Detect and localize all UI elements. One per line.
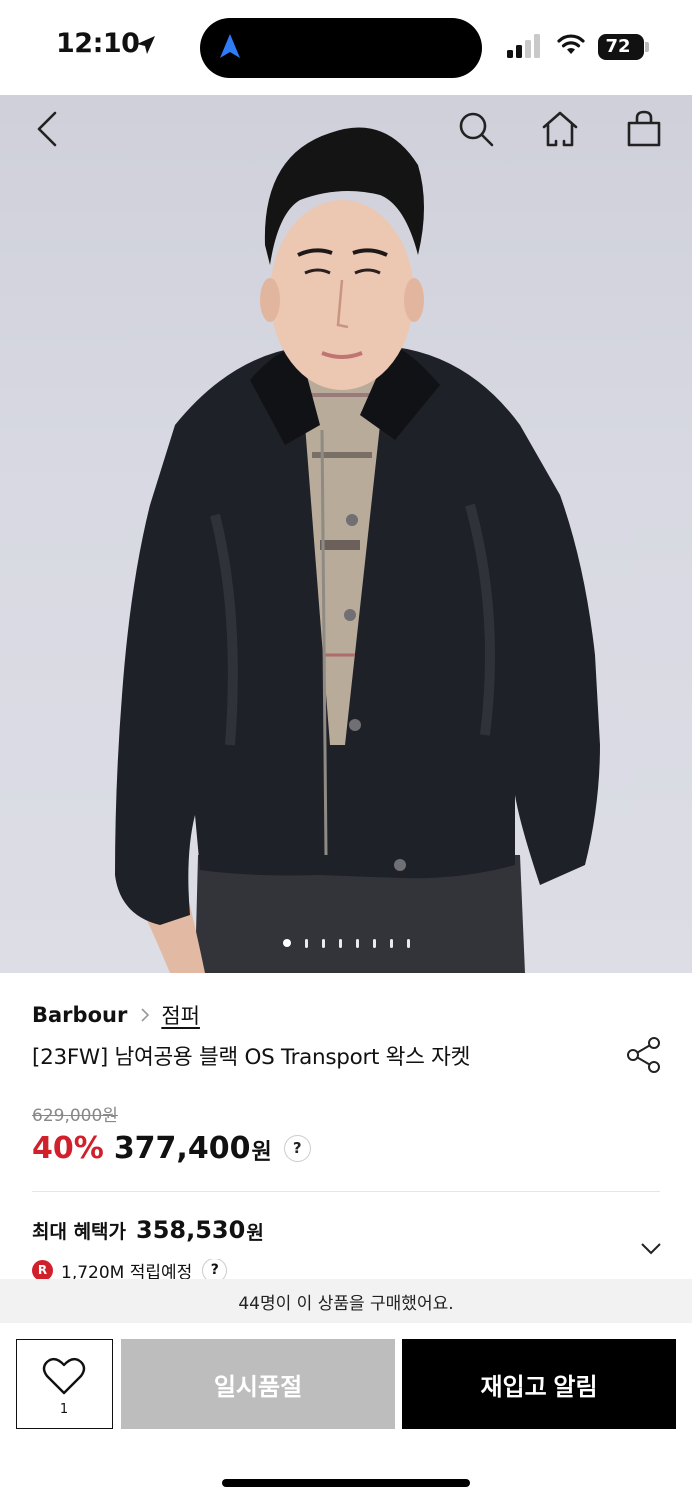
gallery-dot xyxy=(321,938,325,948)
gallery-dot xyxy=(355,938,359,948)
original-price: 629,000원 xyxy=(32,1106,118,1126)
status-bar: 12:10 72 xyxy=(0,0,692,95)
sale-price-unit: 원 xyxy=(251,1140,272,1165)
location-arrow-icon xyxy=(137,36,155,54)
gallery-dot-active xyxy=(282,939,291,947)
gallery-dot xyxy=(338,938,342,948)
home-indicator xyxy=(222,1479,470,1487)
status-time: 12:10 xyxy=(56,28,140,59)
divider xyxy=(32,1191,660,1192)
product-title: [23FW] 남여공용 블랙 OS Transport 왁스 자켓 xyxy=(32,1045,471,1070)
points-help-icon[interactable]: ? xyxy=(202,1259,228,1281)
signal-icon xyxy=(507,34,540,58)
sale-price: 377,400 xyxy=(113,1130,251,1166)
max-benefit-label: 최대 혜택가 xyxy=(32,1220,127,1243)
share-icon[interactable] xyxy=(626,1036,662,1074)
search-icon[interactable] xyxy=(456,109,496,149)
price-help-icon[interactable]: ? xyxy=(283,1134,311,1162)
like-button[interactable]: 1 xyxy=(16,1339,113,1429)
bottom-action-bar: 1 일시품절 재입고 알림 xyxy=(0,1323,692,1500)
like-count: 1 xyxy=(59,1402,69,1417)
chevron-down-icon[interactable] xyxy=(640,1242,662,1256)
gallery-pagination xyxy=(0,935,692,951)
breadcrumb: Barbour 점퍼 xyxy=(32,1000,200,1030)
max-benefit-row[interactable]: 최대 혜택가 358,530 원 xyxy=(32,1213,264,1247)
wifi-icon xyxy=(557,34,585,54)
category-link[interactable]: 점퍼 xyxy=(161,1000,200,1030)
soldout-button[interactable]: 일시품절 xyxy=(121,1339,395,1429)
battery-level: 72 xyxy=(605,36,631,57)
dynamic-island xyxy=(200,18,482,78)
heart-icon xyxy=(42,1357,86,1395)
purchase-count-banner: 44명이 이 상품을 구매했어요. xyxy=(0,1279,692,1323)
back-icon[interactable] xyxy=(28,109,68,149)
points-badge-icon: R xyxy=(32,1259,53,1281)
points-row: R 1,720M 적립예정 ? xyxy=(32,1259,228,1282)
max-benefit-unit: 원 xyxy=(246,1221,264,1244)
gallery-dot xyxy=(389,938,393,948)
gallery-dot xyxy=(304,938,308,948)
product-photo xyxy=(115,127,600,973)
max-benefit-price: 358,530 xyxy=(136,1216,246,1244)
home-icon[interactable] xyxy=(540,109,580,149)
restock-alert-button[interactable]: 재입고 알림 xyxy=(402,1339,676,1429)
price-row: 40% 377,400 원 ? xyxy=(32,1128,311,1168)
gallery-dot xyxy=(372,938,376,948)
discount-rate: 40% xyxy=(32,1130,104,1166)
shopping-bag-icon[interactable] xyxy=(624,109,664,149)
product-image-gallery[interactable] xyxy=(0,95,692,973)
points-text: 1,720M 적립예정 xyxy=(61,1262,193,1282)
navigation-icon xyxy=(220,34,240,58)
battery-icon: 72 xyxy=(598,34,650,60)
gallery-dot xyxy=(406,938,410,948)
chevron-right-icon xyxy=(141,1008,150,1022)
brand-link[interactable]: Barbour xyxy=(32,1003,127,1027)
